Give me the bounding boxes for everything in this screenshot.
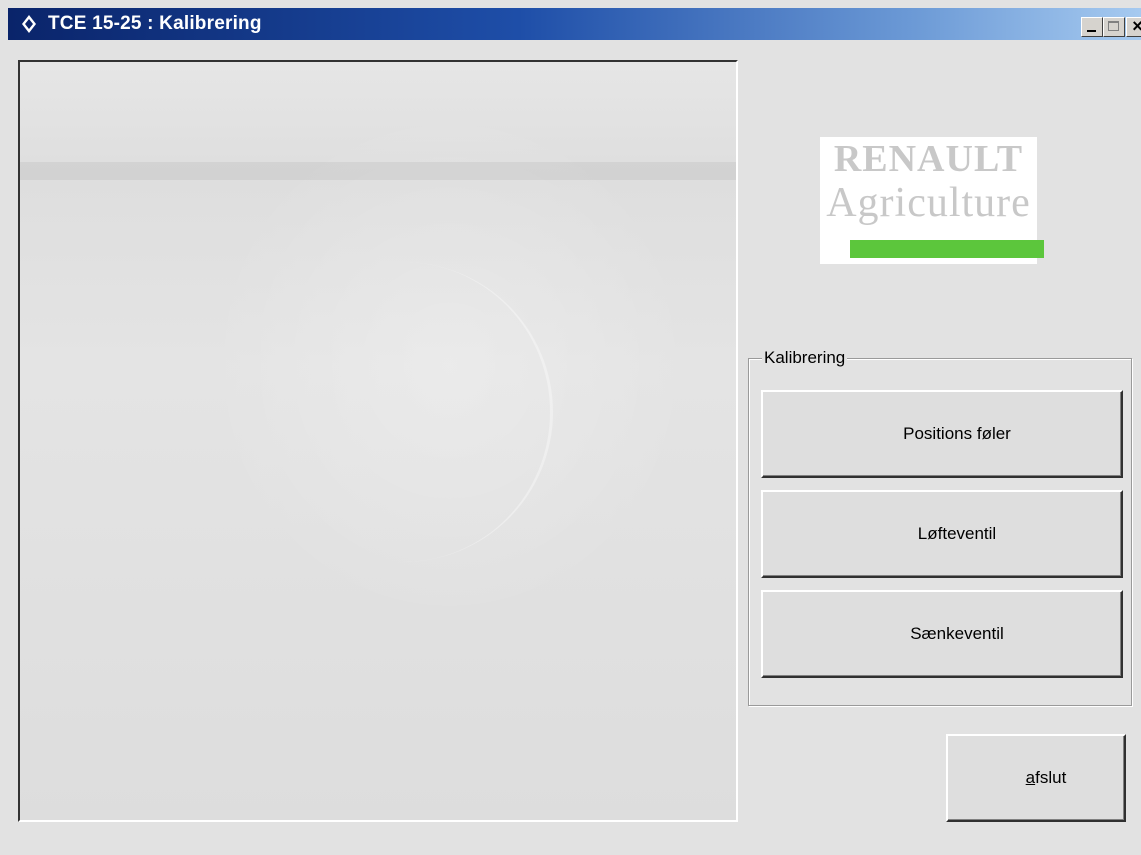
- position-sensor-button[interactable]: Positions føler: [761, 390, 1123, 478]
- panel-background-arc: [350, 262, 553, 562]
- title-bar[interactable]: TCE 15-25 : Kalibrering ×: [8, 8, 1141, 40]
- display-panel: [18, 60, 738, 822]
- renault-agriculture-logo: RENAULT Agriculture: [820, 137, 1044, 264]
- exit-mnemonic: a: [1025, 768, 1036, 787]
- minimize-button[interactable]: [1081, 17, 1103, 37]
- logo-green-bar: [850, 240, 1044, 258]
- exit-label-rest: fslut: [1035, 768, 1067, 787]
- minimize-icon: [1087, 30, 1096, 32]
- main-window: TCE 15-25 : Kalibrering × RENAULT Agricu…: [0, 0, 1141, 855]
- lower-valve-button[interactable]: Sænkeventil: [761, 590, 1123, 678]
- lift-valve-button[interactable]: Løfteventil: [761, 490, 1123, 578]
- position-sensor-button-label: Positions føler: [903, 424, 1011, 443]
- calibration-group-label: Kalibrering: [762, 348, 848, 368]
- lower-valve-button-label: Sænkeventil: [910, 624, 1004, 643]
- logo-division-text: Agriculture: [826, 180, 1031, 226]
- window-title: TCE 15-25 : Kalibrering: [48, 13, 262, 34]
- logo-brand-text: RENAULT: [833, 138, 1024, 180]
- renault-diamond-icon: [22, 15, 36, 33]
- maximize-icon: [1108, 21, 1119, 31]
- exit-button-label: afslut: [1006, 768, 1067, 788]
- lift-valve-button-label: Løfteventil: [917, 524, 997, 543]
- maximize-button[interactable]: [1103, 17, 1125, 37]
- panel-background-band: [20, 162, 736, 180]
- exit-button[interactable]: afslut: [946, 734, 1126, 822]
- close-icon: ×: [1132, 16, 1141, 36]
- close-button[interactable]: ×: [1126, 16, 1141, 37]
